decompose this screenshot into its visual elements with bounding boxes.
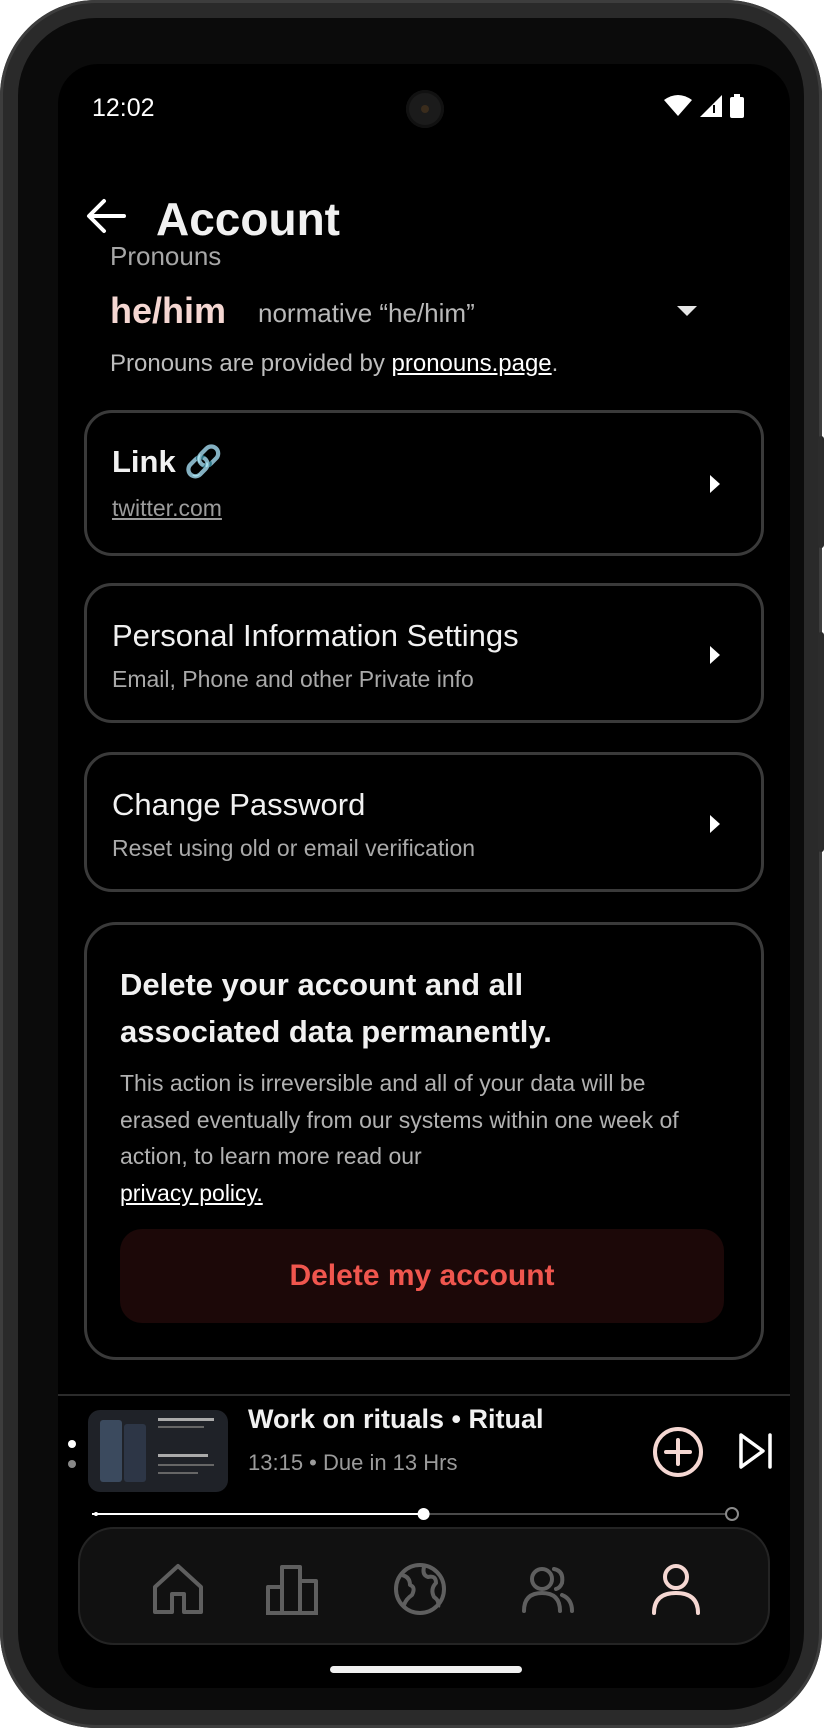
personal-info-subtitle: Email, Phone and other Private info bbox=[112, 666, 474, 692]
chevron-right-icon bbox=[710, 815, 720, 833]
screen: 12:02 Account Pronouns he/him normative … bbox=[58, 64, 790, 1688]
pronouns-note-text: Pronouns are provided by bbox=[110, 350, 392, 377]
personal-info-card[interactable]: Personal Information Settings Email, Pho… bbox=[84, 583, 764, 723]
pronouns-description: normative “he/him” bbox=[258, 298, 475, 328]
progress-thumb[interactable] bbox=[417, 1508, 430, 1520]
profile-icon[interactable] bbox=[648, 1561, 704, 1617]
change-password-subtitle: Reset using old or email verification bbox=[112, 835, 476, 861]
community-icon[interactable] bbox=[520, 1561, 576, 1617]
pronouns-page-link[interactable]: pronouns.page bbox=[392, 350, 552, 377]
stats-icon[interactable] bbox=[264, 1561, 320, 1617]
change-password-title: Change Password bbox=[112, 787, 366, 822]
home-icon[interactable] bbox=[150, 1561, 206, 1617]
pronouns-note: Pronouns are provided by pronouns.page. bbox=[110, 350, 558, 378]
personal-info-title: Personal Information Settings bbox=[112, 618, 519, 653]
page-title: Account bbox=[156, 193, 340, 245]
delete-account-card: Delete your account and all associated d… bbox=[84, 922, 764, 1360]
skip-next-icon[interactable] bbox=[738, 1432, 774, 1470]
pronouns-label: Pronouns bbox=[110, 241, 222, 271]
status-time: 12:02 bbox=[92, 94, 155, 122]
volume-button bbox=[818, 632, 824, 852]
delete-account-title: Delete your account and all associated d… bbox=[120, 967, 552, 1049]
pronouns-value: he/him bbox=[110, 290, 227, 331]
wifi-icon bbox=[664, 95, 692, 116]
task-progress-slider[interactable] bbox=[92, 1507, 740, 1521]
battery-icon bbox=[730, 94, 744, 118]
bottom-navigation bbox=[78, 1527, 770, 1645]
change-password-card[interactable]: Change Password Reset using old or email… bbox=[84, 752, 764, 892]
now-playing-title: Work on rituals • Ritual bbox=[248, 1404, 544, 1434]
link-card-url[interactable]: twitter.com bbox=[112, 495, 222, 522]
task-thumbnail bbox=[88, 1410, 228, 1492]
dropdown-arrow-icon[interactable] bbox=[677, 304, 697, 318]
link-card[interactable]: Link 🔗 twitter.com bbox=[84, 410, 764, 556]
phone-frame: 12:02 Account Pronouns he/him normative … bbox=[0, 0, 824, 1728]
status-bar: 12:02 bbox=[58, 64, 790, 154]
delete-account-description: This action is irreversible and all of y… bbox=[120, 1065, 720, 1211]
privacy-policy-link[interactable]: privacy policy. bbox=[120, 1180, 263, 1206]
signal-icon bbox=[700, 95, 722, 117]
now-playing-subtitle: 13:15 • Due in 13 Hrs bbox=[248, 1450, 458, 1475]
delete-account-button[interactable]: Delete my account bbox=[120, 1229, 724, 1323]
arrow-left-icon[interactable] bbox=[84, 194, 128, 238]
link-card-title: Link 🔗 bbox=[112, 444, 223, 479]
pronouns-dropdown[interactable]: he/him normative “he/him” bbox=[110, 290, 760, 340]
globe-icon[interactable] bbox=[392, 1561, 448, 1617]
chevron-right-icon bbox=[710, 646, 720, 664]
delete-account-body: This action is irreversible and all of y… bbox=[120, 1070, 679, 1169]
status-icons bbox=[664, 94, 744, 118]
bezel: 12:02 Account Pronouns he/him normative … bbox=[18, 18, 804, 1710]
pronouns-note-suffix: . bbox=[551, 350, 559, 377]
power-button bbox=[818, 436, 824, 548]
home-indicator[interactable] bbox=[330, 1666, 522, 1673]
chevron-right-icon bbox=[710, 475, 720, 493]
add-circle-icon[interactable] bbox=[652, 1426, 704, 1478]
front-camera bbox=[406, 90, 444, 128]
now-playing-bar[interactable]: Work on rituals • Ritual 13:15 • Due in … bbox=[58, 1396, 790, 1506]
